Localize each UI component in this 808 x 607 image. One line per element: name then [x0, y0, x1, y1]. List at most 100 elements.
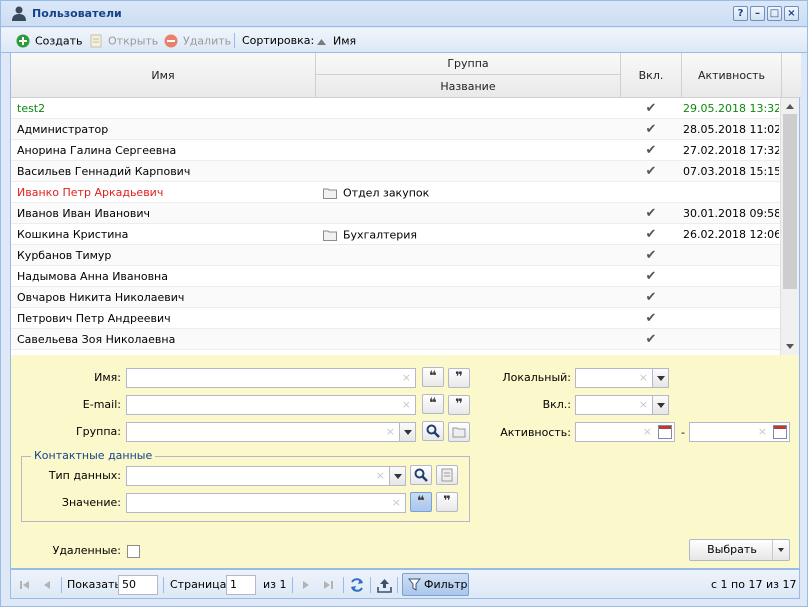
export-icon[interactable]	[377, 578, 392, 593]
grid-header: Имя Группа Название Вкл. Активность	[11, 53, 801, 98]
next-page-icon[interactable]	[299, 578, 313, 592]
select-split-button[interactable]: Выбрать	[689, 539, 790, 561]
column-header-group-name[interactable]: Название	[316, 75, 621, 98]
clear-icon[interactable]: ×	[392, 496, 401, 509]
prev-page-icon[interactable]	[40, 578, 54, 592]
clear-icon[interactable]: ×	[402, 371, 411, 384]
checkmark-icon	[621, 182, 681, 203]
maximize-button[interactable]: □	[767, 6, 782, 21]
cell-activity	[683, 308, 779, 329]
scroll-thumb[interactable]	[783, 114, 797, 289]
open-button[interactable]: Открыть	[89, 32, 158, 49]
paging-toolbar: Показать 50 Страница 1 из 1 Фильтр с 1 п…	[10, 569, 800, 599]
enabled-label: Вкл.:	[542, 398, 571, 411]
local-label: Локальный:	[502, 371, 571, 384]
filter-toggle-button[interactable]: Фильтр	[402, 573, 469, 596]
cell-group: Отдел закупок	[323, 182, 623, 203]
close-button[interactable]: ×	[784, 6, 799, 21]
sort-field-button[interactable]: Имя	[317, 32, 356, 49]
table-row[interactable]: Петрович Петр Андреевич ✔	[11, 308, 781, 329]
clear-icon[interactable]: ×	[386, 425, 395, 438]
enabled-filter-combo[interactable]: ×	[575, 395, 669, 415]
page-size-label: Показать	[67, 578, 121, 591]
column-header-enabled[interactable]: Вкл.	[621, 53, 682, 98]
data-type-search-button[interactable]	[410, 465, 432, 485]
dropdown-arrow-icon[interactable]	[399, 423, 415, 441]
data-type-combo[interactable]: ×	[126, 466, 406, 486]
cell-user-name: test2	[17, 102, 46, 115]
help-button[interactable]: ?	[733, 6, 748, 21]
minus-circle-icon	[164, 34, 178, 48]
magnifier-icon	[426, 424, 440, 438]
clear-icon[interactable]: ×	[376, 469, 385, 482]
clear-icon[interactable]: ×	[643, 425, 652, 438]
clear-icon[interactable]: ×	[639, 371, 648, 384]
value-quote-open-button[interactable]: ❝	[410, 492, 432, 512]
table-row[interactable]: Овчаров Никита Николаевич ✔	[11, 287, 781, 308]
document-icon	[90, 34, 102, 48]
dropdown-arrow-icon[interactable]	[652, 396, 668, 414]
email-filter-input[interactable]: ×	[126, 395, 416, 415]
scroll-up-arrow-icon[interactable]	[786, 104, 794, 109]
first-page-icon[interactable]	[18, 578, 32, 592]
calendar-icon[interactable]	[773, 425, 787, 439]
value-quote-close-button[interactable]: ❞	[436, 492, 458, 512]
group-filter-combo[interactable]: ×	[126, 422, 416, 442]
value-filter-input[interactable]: ×	[126, 493, 406, 513]
scroll-down-arrow-icon[interactable]	[786, 344, 794, 349]
toolbar-separator	[234, 33, 235, 48]
paging-separator	[343, 577, 344, 593]
paging-summary: с 1 по 17 из 17	[711, 578, 797, 591]
table-row[interactable]: Савельева Зоя Николаевна ✔	[11, 329, 781, 350]
clear-icon[interactable]: ×	[639, 398, 648, 411]
checkmark-icon: ✔	[645, 227, 657, 242]
create-button[interactable]: Создать	[16, 32, 83, 49]
table-row[interactable]: Анорина Галина Сергеевна ✔ 27.02.2018 17:3…	[11, 140, 781, 161]
title-bar: Пользователи ? – □ ×	[1, 1, 807, 27]
page-size-input[interactable]: 50	[118, 575, 158, 595]
column-header-name[interactable]: Имя	[11, 53, 316, 98]
table-row[interactable]: Кошкина Кристина Бухгалтерия ✔ 26.02.2018 1…	[11, 224, 781, 245]
table-row[interactable]: Надымова Анна Ивановна ✔	[11, 266, 781, 287]
data-type-list-button[interactable]	[436, 465, 458, 485]
page-number-input[interactable]: 1	[226, 575, 256, 595]
activity-from-date[interactable]: ×	[575, 422, 675, 442]
grid-scrollbar[interactable]	[780, 98, 799, 355]
page-label: Страница	[170, 578, 227, 591]
folder-icon	[323, 188, 337, 199]
group-search-button[interactable]	[422, 421, 444, 441]
clear-icon[interactable]: ×	[402, 398, 411, 411]
table-row[interactable]: Иванов Иван Иванович ✔ 30.01.2018 09:58	[11, 203, 781, 224]
folder-icon	[452, 427, 466, 438]
deleted-checkbox[interactable]	[127, 545, 140, 558]
quote-open-button[interactable]: ❝	[422, 367, 444, 387]
email-quote-open-button[interactable]: ❝	[422, 394, 444, 414]
cell-user-name: Овчаров Никита Николаевич	[17, 291, 185, 304]
column-header-activity[interactable]: Активность	[682, 53, 782, 98]
refresh-icon[interactable]	[349, 577, 365, 593]
table-row[interactable]: Курбанов Тимур ✔	[11, 245, 781, 266]
minimize-button[interactable]: –	[750, 6, 765, 21]
table-row[interactable]: Иванко Петр Аркадьевич Отдел закупок	[11, 182, 781, 203]
dropdown-arrow-icon[interactable]	[389, 467, 405, 485]
group-folder-button[interactable]	[448, 422, 470, 442]
table-row[interactable]: Васильев Геннадий Карпович ✔ 07.03.2018 15…	[11, 161, 781, 182]
group-name: Бухгалтерия	[343, 228, 418, 242]
email-quote-close-button[interactable]: ❞	[448, 395, 470, 415]
toolbar: Создать Открыть Удалить Сортировка: Имя	[1, 28, 807, 53]
cell-activity: 27.02.2018 17:32	[683, 144, 779, 157]
dropdown-arrow-icon[interactable]	[652, 369, 668, 387]
cell-group	[323, 140, 623, 161]
cell-activity: 30.01.2018 09:58	[683, 207, 779, 220]
calendar-icon[interactable]	[658, 425, 672, 439]
last-page-icon[interactable]	[321, 578, 335, 592]
chevron-down-icon[interactable]	[772, 540, 789, 560]
clear-icon[interactable]: ×	[758, 425, 767, 438]
delete-button[interactable]: Удалить	[164, 32, 231, 49]
table-row[interactable]: Администратор ✔ 28.05.2018 11:02	[11, 119, 781, 140]
local-filter-combo[interactable]: ×	[575, 368, 669, 388]
quote-close-button[interactable]: ❞	[448, 368, 470, 388]
name-filter-input[interactable]: ×	[126, 368, 416, 388]
activity-to-date[interactable]: ×	[689, 422, 790, 442]
table-row[interactable]: test2 ✔ 29.05.2018 13:32	[11, 98, 781, 119]
